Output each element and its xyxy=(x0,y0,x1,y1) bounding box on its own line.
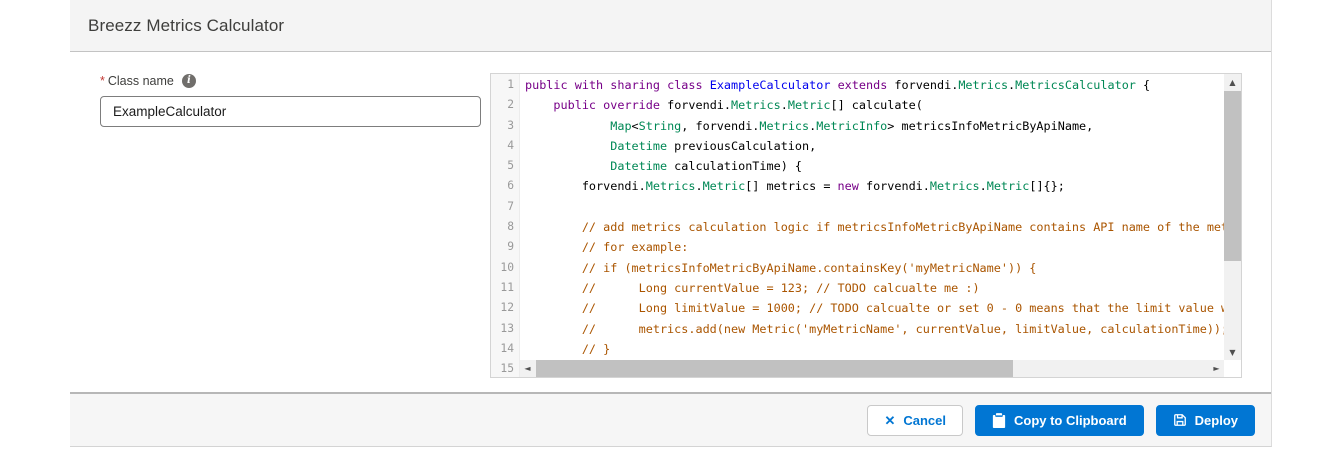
cancel-button-label: Cancel xyxy=(903,412,946,428)
scroll-right-icon[interactable]: ► xyxy=(1209,360,1224,377)
line-number: 2 xyxy=(507,98,514,112)
line-number: 15 xyxy=(500,362,514,376)
code-line: // if (metricsInfoMetricByApiName.contai… xyxy=(581,260,1037,275)
code-line: // for example: xyxy=(581,240,689,255)
line-number: 12 xyxy=(500,301,514,315)
line-number: 14 xyxy=(500,341,514,355)
code-line: // add metrics calculation logic if metr… xyxy=(581,220,1224,235)
panel-footer: ✕ Cancel Copy to Clipboard Deploy xyxy=(70,392,1271,446)
line-number: 3 xyxy=(507,118,514,132)
deploy-button-label: Deploy xyxy=(1194,412,1238,428)
deploy-button[interactable]: Deploy xyxy=(1155,404,1255,436)
copy-to-clipboard-label: Copy to Clipboard xyxy=(1013,412,1127,428)
page-title: Breezz Metrics Calculator xyxy=(88,15,285,35)
code-line: // Long currentValue = 123; // TODO calc… xyxy=(581,280,980,295)
code-line: Map<String, forvendi.Metrics.MetricInfo>… xyxy=(610,118,1094,133)
save-icon xyxy=(1173,413,1187,427)
clipboard-icon xyxy=(992,412,1006,428)
code-line: public with sharing class ExampleCalcula… xyxy=(525,78,1151,92)
code-line: // Long limitValue = 1000; // TODO calcu… xyxy=(581,301,1224,316)
info-icon[interactable]: i xyxy=(181,74,196,88)
line-number: 6 xyxy=(507,179,514,193)
scroll-left-icon[interactable]: ◄ xyxy=(520,360,535,377)
line-number: 9 xyxy=(507,240,514,254)
close-icon: ✕ xyxy=(884,412,896,428)
line-number: 5 xyxy=(507,159,514,173)
vertical-scroll-thumb[interactable] xyxy=(1224,91,1241,261)
scroll-down-icon[interactable]: ▼ xyxy=(1224,344,1241,360)
scroll-up-icon[interactable]: ▲ xyxy=(1224,74,1241,90)
vertical-scrollbar[interactable]: ▲ ▼ xyxy=(1224,74,1241,360)
copy-to-clipboard-button[interactable]: Copy to Clipboard xyxy=(974,404,1144,436)
class-name-input[interactable] xyxy=(100,96,481,127)
horizontal-scrollbar[interactable]: ◄ ► xyxy=(520,360,1224,377)
code-editor[interactable]: 1 2 3 4 5 6 7 8 9 10 11 12 13 14 15 public with sharin… xyxy=(490,73,1242,378)
panel-header: Breezz Metrics Calculator xyxy=(70,0,1271,52)
metrics-calculator-panel: Breezz Metrics Calculator * Class name i… xyxy=(70,0,1272,447)
line-number: 4 xyxy=(507,138,514,152)
line-number-gutter: 1 2 3 4 5 6 7 8 9 10 11 12 13 14 15 xyxy=(491,74,520,377)
line-number: 10 xyxy=(500,260,514,274)
line-number: 13 xyxy=(500,321,514,335)
scrollbar-corner xyxy=(1224,360,1241,377)
code-line: // } xyxy=(581,341,611,356)
class-name-label: * Class name i xyxy=(100,74,196,88)
required-marker: * xyxy=(100,74,105,88)
line-number: 1 xyxy=(507,78,514,91)
class-name-label-text: Class name xyxy=(107,74,174,88)
code-line: Datetime calculationTime) { xyxy=(610,159,803,174)
code-content[interactable]: public with sharing class ExampleCalcula… xyxy=(520,74,1224,360)
line-number: 11 xyxy=(500,280,514,294)
line-number: 7 xyxy=(507,199,514,213)
code-line: Datetime previousCalculation, xyxy=(610,138,817,153)
code-line: // metrics.add(new Metric('myMetricName'… xyxy=(581,321,1224,336)
cancel-button[interactable]: ✕ Cancel xyxy=(867,404,963,436)
code-line: forvendi.Metrics.Metric[] metrics = new … xyxy=(525,179,1065,194)
code-line: public override forvendi.Metrics.Metric[… xyxy=(553,98,923,113)
panel-body: * Class name i 123456789101112131415 pub… xyxy=(70,52,1271,393)
line-number: 8 xyxy=(507,220,514,234)
horizontal-scroll-thumb[interactable] xyxy=(536,360,1013,377)
